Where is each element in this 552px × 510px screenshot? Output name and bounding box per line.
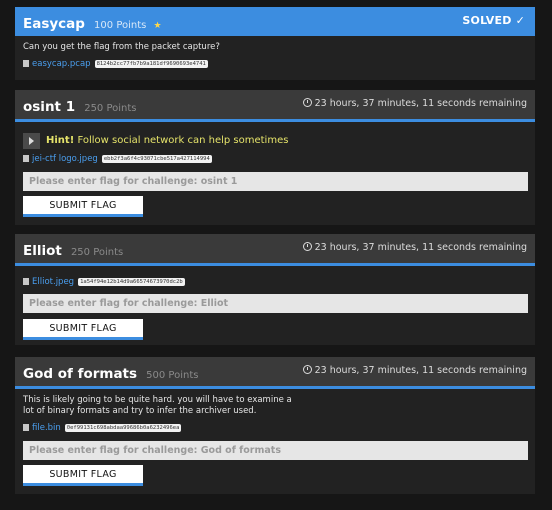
solved-badge: SOLVED ✓: [462, 14, 525, 27]
challenge-title-group: osint 1 250 Points: [23, 96, 137, 115]
flag-input[interactable]: [23, 294, 528, 313]
challenge-title-group: Elliot 250 Points: [23, 240, 123, 259]
file-link[interactable]: jei-ctf logo.jpeg: [32, 154, 98, 164]
challenge-header[interactable]: God of formats 500 Points 23 hours, 37 m…: [15, 357, 535, 389]
challenge-card-god-of-formats: God of formats 500 Points 23 hours, 37 m…: [15, 357, 535, 494]
flag-input[interactable]: [23, 172, 528, 191]
hint: Hint! Follow social network can help som…: [46, 135, 288, 146]
challenge-header[interactable]: osint 1 250 Points 23 hours, 37 minutes,…: [15, 90, 535, 122]
challenge-title: Elliot: [23, 243, 62, 259]
time-remaining: 23 hours, 37 minutes, 11 seconds remaini…: [302, 365, 527, 376]
flag-input[interactable]: [23, 441, 528, 460]
hint-label: Hint!: [46, 135, 75, 146]
challenge-header[interactable]: Elliot 250 Points 23 hours, 37 minutes, …: [15, 234, 535, 266]
challenge-card-osint-1: osint 1 250 Points 23 hours, 37 minutes,…: [15, 90, 535, 225]
file-icon: [23, 278, 29, 285]
file-link[interactable]: file.bin: [32, 423, 61, 433]
file-hash: 0ef99131c698abdaa99686b0a6232496ea: [64, 424, 182, 432]
clock-icon: [302, 98, 312, 107]
challenge-points: 500 Points: [146, 370, 199, 381]
time-remaining-text: 23 hours, 37 minutes, 11 seconds remaini…: [314, 365, 527, 376]
challenge-points: 250 Points: [84, 103, 137, 114]
description-line: This is likely going to be quite hard. y…: [23, 395, 292, 405]
file-link[interactable]: Elliot.jpeg: [32, 277, 74, 287]
hint-text: Follow social network can help sometimes: [77, 135, 289, 146]
challenge-card-elliot: Elliot 250 Points 23 hours, 37 minutes, …: [15, 234, 535, 345]
chevron-right-icon[interactable]: [23, 133, 40, 149]
submit-flag-button[interactable]: SUBMIT FLAG: [23, 319, 143, 340]
file-hash: 1a54f94e12b14d9a66574673970dc2b: [78, 278, 185, 286]
time-remaining-text: 23 hours, 37 minutes, 11 seconds remaini…: [314, 242, 527, 253]
submit-flag-button[interactable]: SUBMIT FLAG: [23, 196, 143, 217]
challenge-title: God of formats: [23, 366, 138, 382]
challenge-title-group: God of formats 500 Points: [23, 363, 198, 382]
challenge-points: 100 Points: [94, 20, 147, 31]
submit-flag-button[interactable]: SUBMIT FLAG: [23, 465, 143, 486]
challenge-title-group: Easycap 100 Points ★: [23, 13, 162, 32]
file-link[interactable]: easycap.pcap: [32, 59, 91, 69]
challenge-description: Can you get the flag from the packet cap…: [23, 42, 220, 52]
file-row: jei-ctf logo.jpeg ebb2f3a6f4c93071cbe517a…: [23, 154, 212, 164]
challenge-card-easycap: Easycap 100 Points ★ SOLVED ✓ Can you ge…: [15, 7, 535, 80]
challenge-points: 250 Points: [70, 247, 124, 258]
star-icon: ★: [153, 21, 162, 31]
file-row: easycap.pcap 8124b2cc77fb7b9a181df9690693…: [23, 59, 208, 69]
file-hash: ebb2f3a6f4c93071cbe517a427114994: [101, 155, 212, 163]
file-row: Elliot.jpeg 1a54f94e12b14d9a66574673970dc…: [23, 277, 185, 287]
description-line: lot of binary formats and try to infer t…: [23, 406, 257, 416]
file-icon: [23, 155, 29, 162]
challenge-title: Easycap: [23, 16, 85, 32]
clock-icon: [302, 242, 312, 251]
time-remaining: 23 hours, 37 minutes, 11 seconds remaini…: [302, 242, 527, 253]
clock-icon: [302, 365, 312, 374]
challenge-header[interactable]: Easycap 100 Points ★ SOLVED ✓: [15, 7, 535, 36]
time-remaining-text: 23 hours, 37 minutes, 11 seconds remaini…: [314, 98, 527, 109]
file-icon: [23, 60, 29, 67]
challenge-description: This is likely going to be quite hard. y…: [23, 395, 292, 417]
file-row: file.bin 0ef99131c698abdaa99686b0a6232496…: [23, 423, 182, 433]
challenge-title: osint 1: [23, 99, 76, 115]
file-hash: 8124b2cc77fb7b9a181df9690693e4741: [94, 60, 208, 68]
time-remaining: 23 hours, 37 minutes, 11 seconds remaini…: [302, 98, 527, 109]
file-icon: [23, 424, 29, 431]
